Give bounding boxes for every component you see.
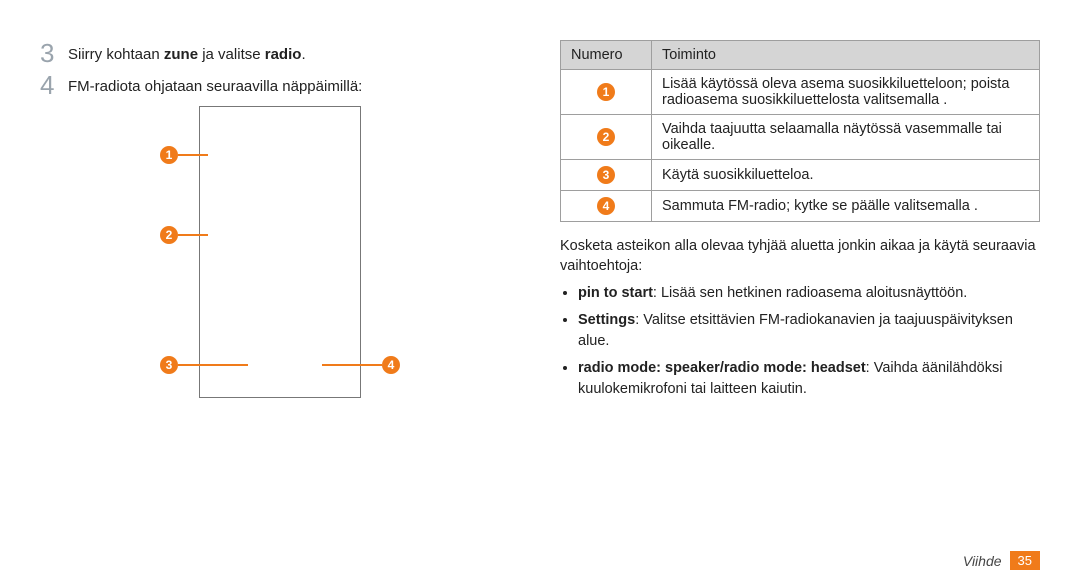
callout-4: 4 [322,356,400,374]
callout-dot-icon: 3 [160,356,178,374]
options-list: pin to start: Lisää sen hetkinen radioas… [560,283,1040,400]
callout-3: 3 [160,356,248,374]
options-intro: Kosketa asteikon alla olevaa tyhjää alue… [560,236,1040,277]
callout-dot-icon: 1 [160,146,178,164]
table-row: 3 Käytä suosikkiluetteloa. [561,160,1040,191]
row-text: Lisää käytössä oleva asema suosikkiluett… [652,70,1040,115]
step-number: 3 [40,40,68,66]
row-text: Vaihda taajuutta selaamalla näytössä vas… [652,115,1040,160]
footer-page-number: 35 [1010,551,1040,570]
row-text: Käytä suosikkiluetteloa. [652,160,1040,191]
th-function: Toiminto [652,41,1040,70]
callout-leader [178,364,248,366]
table-row: 1 Lisää käytössä oleva asema suosikkilue… [561,70,1040,115]
list-item: radio mode: speaker/radio mode: headset:… [578,358,1040,400]
table-header-row: Numero Toiminto [561,41,1040,70]
step-text: Siirry kohtaan zune ja valitse radio. [68,40,306,65]
phone-outline [199,106,361,398]
row-dot-icon: 3 [597,166,615,184]
callout-2: 2 [160,226,208,244]
functions-table: Numero Toiminto 1 Lisää käytössä oleva a… [560,40,1040,222]
row-dot-icon: 4 [597,197,615,215]
callout-leader [178,234,208,236]
footer-section: Viihde [963,553,1002,569]
callout-1: 1 [160,146,208,164]
row-dot-icon: 1 [597,83,615,101]
callout-dot-icon: 2 [160,226,178,244]
step-4: 4 FM-radiota ohjataan seuraavilla näppäi… [40,72,520,98]
table-row: 2 Vaihda taajuutta selaamalla näytössä v… [561,115,1040,160]
page-footer: Viihde 35 [963,551,1040,570]
step-text: FM-radiota ohjataan seuraavilla näppäimi… [68,72,362,97]
callout-leader [322,364,382,366]
callout-dot-icon: 4 [382,356,400,374]
row-dot-icon: 2 [597,128,615,146]
step-3: 3 Siirry kohtaan zune ja valitse radio. [40,40,520,66]
step-number: 4 [40,72,68,98]
list-item: pin to start: Lisää sen hetkinen radioas… [578,283,1040,304]
phone-diagram: 1 2 3 4 [190,106,370,406]
table-row: 4 Sammuta FM-radio; kytke se päälle vali… [561,191,1040,222]
list-item: Settings: Valitse etsittävien FM-radioka… [578,310,1040,352]
row-text: Sammuta FM-radio; kytke se päälle valits… [652,191,1040,222]
callout-leader [178,154,208,156]
th-number: Numero [561,41,652,70]
